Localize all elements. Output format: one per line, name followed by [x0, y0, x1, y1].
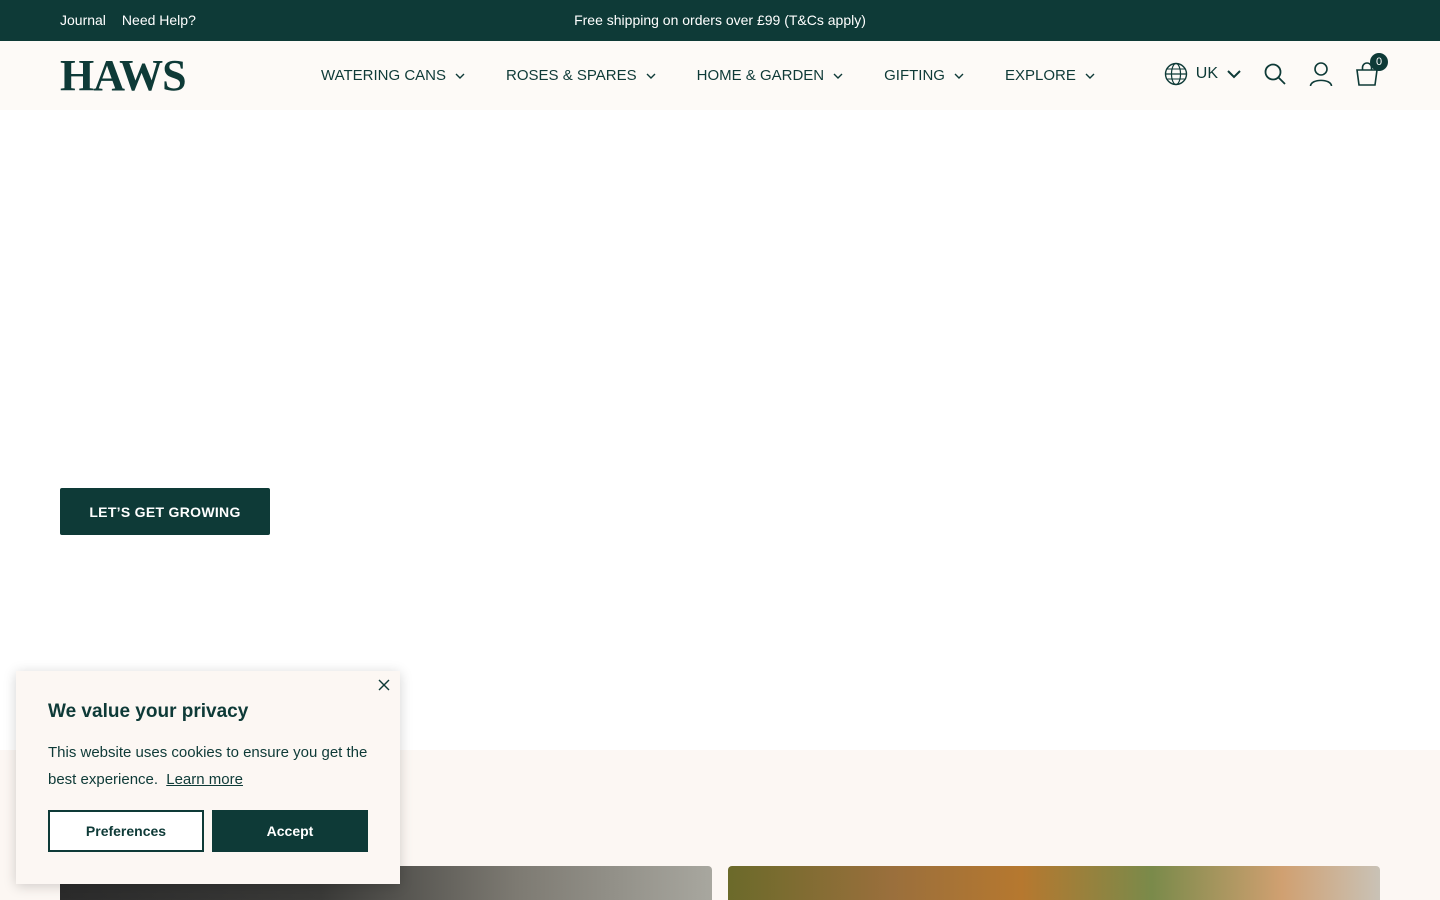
account-icon: [1309, 62, 1333, 87]
header-tools: UK 0: [1164, 53, 1388, 87]
nav-item-gifting[interactable]: GIFTING: [884, 67, 965, 84]
hero-section: LET’S GET GROWING: [0, 110, 1440, 750]
main-nav: WATERING CANS ROSES & SPARES HOME & GARD…: [321, 67, 1096, 84]
announcement-bar: Journal Need Help? Free shipping on orde…: [0, 0, 1440, 41]
cookie-banner: We value your privacy This website uses …: [16, 671, 400, 884]
nav-item-roses-spares[interactable]: ROSES & SPARES: [506, 67, 657, 84]
close-icon[interactable]: [376, 677, 392, 693]
cookie-actions: Preferences Accept: [48, 810, 368, 852]
site-header: HAWS WATERING CANS ROSES & SPARES HOME &…: [0, 41, 1440, 110]
haws-logo[interactable]: HAWS: [60, 54, 187, 98]
cookie-text-block: This website uses cookies to ensure you …: [48, 739, 368, 793]
learn-more-link[interactable]: Learn more: [166, 771, 243, 788]
preferences-button[interactable]: Preferences: [48, 810, 204, 852]
accept-button[interactable]: Accept: [212, 810, 368, 852]
chevron-down-icon: [833, 73, 843, 79]
nav-label: GIFTING: [884, 67, 945, 84]
nav-label: EXPLORE: [1004, 67, 1076, 84]
shipping-message: Free shipping on orders over £99 (T&Cs a…: [574, 12, 866, 28]
search-icon: [1264, 63, 1286, 85]
region-selector[interactable]: UK: [1164, 62, 1242, 86]
featured-image-card[interactable]: [728, 866, 1380, 900]
nav-item-home-garden[interactable]: HOME & GARDEN: [697, 67, 845, 84]
search-button[interactable]: [1262, 61, 1288, 87]
chevron-down-icon: [1227, 70, 1241, 79]
chevron-down-icon: [646, 73, 656, 79]
nav-label: WATERING CANS: [321, 67, 447, 84]
cart-button[interactable]: 0: [1354, 53, 1388, 87]
chevron-down-icon: [954, 73, 964, 79]
nav-label: ROSES & SPARES: [506, 67, 637, 84]
chevron-down-icon: [1085, 73, 1095, 79]
region-label: UK: [1195, 65, 1218, 82]
nav-label: HOME & GARDEN: [696, 67, 825, 84]
cart-count-badge: 0: [1370, 53, 1388, 71]
nav-item-explore[interactable]: EXPLORE: [1005, 67, 1096, 84]
account-button[interactable]: [1308, 61, 1334, 87]
lets-get-growing-button[interactable]: LET’S GET GROWING: [60, 488, 270, 535]
chevron-down-icon: [455, 73, 465, 79]
cookie-title: We value your privacy: [48, 701, 249, 722]
globe-icon: [1164, 62, 1187, 86]
nav-item-watering-cans[interactable]: WATERING CANS: [321, 67, 466, 84]
